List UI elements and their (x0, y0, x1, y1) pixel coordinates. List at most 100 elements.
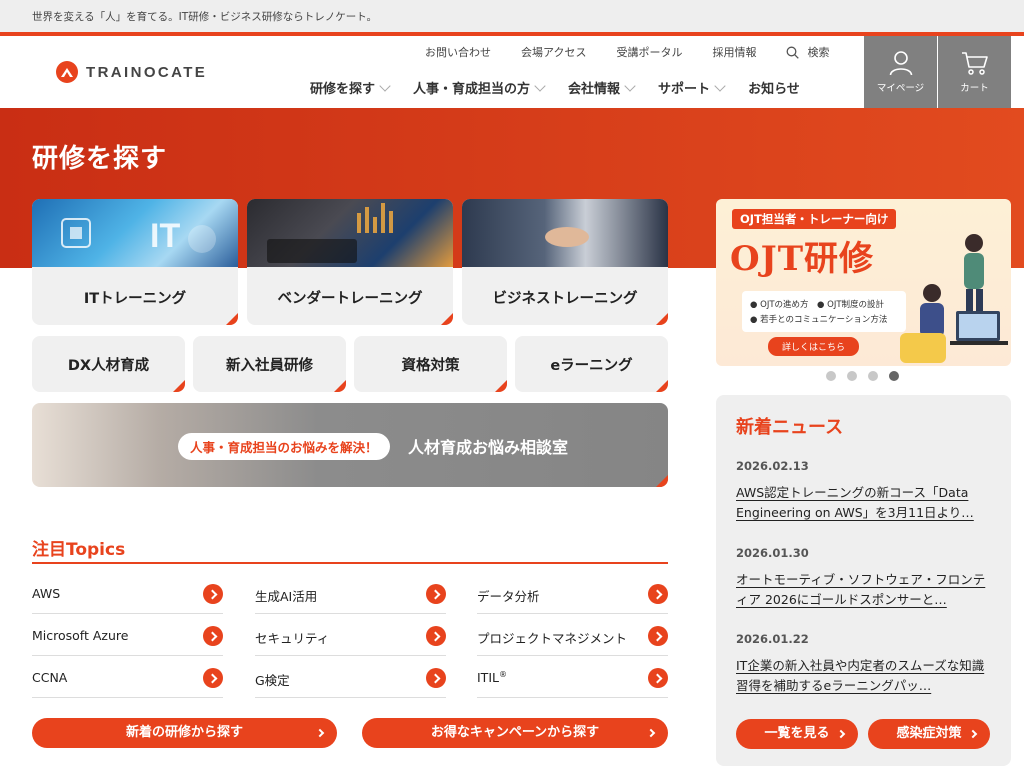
topics-divider (32, 562, 668, 564)
nav-label: 人事・育成担当の方 (413, 82, 531, 97)
carousel-dot[interactable] (847, 371, 857, 381)
corner-arrow-icon (656, 475, 668, 487)
nav-news[interactable]: お知らせ (748, 78, 800, 97)
nav-hr-managers[interactable]: 人事・育成担当の方 (413, 78, 546, 97)
card-label: ITトレーニング (83, 291, 187, 307)
news-date: 2026.01.22 (736, 632, 809, 646)
nav-support[interactable]: サポート (658, 78, 726, 97)
topic-label: ITIL® (477, 670, 507, 685)
infection-control-button[interactable]: 感染症対策 (868, 719, 990, 749)
chevron-right-icon (646, 728, 656, 738)
card-label: 資格対策 (401, 358, 460, 374)
card-label: ビジネストレーニング (492, 291, 638, 307)
chevron-right-icon (836, 729, 846, 739)
cart-icon (961, 52, 988, 75)
topic-g-kentei[interactable]: G検定 (255, 656, 446, 698)
vendor-photo (247, 199, 453, 267)
card-business-training[interactable]: ビジネストレーニング (462, 199, 668, 325)
nav-company-info[interactable]: 会社情報 (568, 78, 636, 97)
venue-access-link[interactable]: 会場アクセス (521, 44, 586, 60)
tagline: 世界を変える「人」を育てる。IT研修・ビジネス研修ならトレノケート。 (32, 11, 377, 23)
chevron-down-icon (379, 79, 391, 92)
news-link[interactable]: オートモーティブ・ソフトウェア・フロンティア 2026にゴールドスポンサーと… (736, 570, 992, 610)
news-list-button[interactable]: 一覧を見る (736, 719, 858, 749)
topic-aws[interactable]: AWS (32, 572, 223, 614)
cart-button[interactable]: カート (938, 36, 1011, 108)
topic-itil-text: ITIL (477, 670, 499, 686)
topic-project-management[interactable]: プロジェクトマネジメント (477, 614, 668, 656)
card-label: eラーニング (550, 358, 633, 374)
corner-arrow-icon (656, 380, 668, 392)
topic-data-analysis[interactable]: データ分析 (477, 572, 668, 614)
business-photo (462, 199, 668, 267)
card-label: ベンダートレーニング (277, 291, 423, 307)
chevron-right-icon (315, 728, 325, 738)
carousel-dot[interactable] (826, 371, 836, 381)
consult-banner[interactable]: 人事・育成担当のお悩みを解決！ 人材育成お悩み相談室 (32, 403, 668, 487)
student-portal-link[interactable]: 受講ポータル (616, 44, 682, 60)
button-label: お得なキャンペーンから探す (430, 725, 600, 740)
page-title: 研修を探す (32, 144, 168, 174)
card-elearning[interactable]: eラーニング (515, 336, 668, 392)
cart-label: カート (960, 83, 989, 94)
topic-label: プロジェクトマネジメント (477, 631, 628, 646)
topic-itil[interactable]: ITIL® (477, 656, 668, 698)
contact-link[interactable]: お問い合わせ (425, 44, 491, 60)
carousel-dot[interactable] (868, 371, 878, 381)
arrow-right-icon (648, 626, 668, 646)
topic-genai[interactable]: 生成AI活用 (255, 572, 446, 614)
corner-arrow-icon (334, 380, 346, 392)
news-item[interactable]: 2026.01.30 オートモーティブ・ソフトウェア・フロンティア 2026にゴ… (736, 546, 992, 610)
topic-label: AWS (32, 586, 61, 601)
topic-ccna[interactable]: CCNA (32, 656, 223, 698)
careers-link[interactable]: 採用情報 (712, 44, 756, 60)
card-new-employee[interactable]: 新入社員研修 (193, 336, 346, 392)
news-item[interactable]: 2026.02.13 AWS認定トレーニングの新コース「Data Enginee… (736, 459, 992, 523)
banner-point: ● OJTの進め方 ● OJT制度の設計 (750, 300, 885, 310)
svg-text:IT: IT (150, 217, 180, 255)
topic-label: CCNA (32, 670, 68, 685)
card-it-training[interactable]: IT ITトレーニング (32, 199, 238, 325)
top-bar: 世界を変える「人」を育てる。IT研修・ビジネス研修ならトレノケート。 (0, 0, 1024, 32)
search-button[interactable]: 検索 (786, 44, 829, 60)
it-photo: IT (32, 199, 238, 267)
news-link[interactable]: IT企業の新入社員や内定者のスムーズな知識習得を補助するeラーニングパッ… (736, 656, 992, 696)
banner-more-button[interactable]: 詳しくはこちら (768, 337, 860, 356)
card-vendor-training[interactable]: ベンダートレーニング (247, 199, 453, 325)
arrow-right-icon (426, 584, 446, 604)
topic-label: セキュリティ (255, 631, 330, 646)
mypage-label: マイページ (876, 83, 925, 94)
site-header: TRAINOCATE お問い合わせ 会場アクセス 受講ポータル 採用情報 検索 … (0, 36, 1024, 108)
arrow-right-icon (203, 668, 223, 688)
banner-point: ● 若手とのコミュニケーション方法 (750, 315, 888, 325)
topics-heading: 注目Topics (32, 540, 126, 560)
topic-azure[interactable]: Microsoft Azure (32, 614, 223, 656)
consult-title: 人材育成お悩み相談室 (408, 438, 569, 457)
chevron-down-icon (714, 79, 726, 92)
nav-label: 研修を探す (310, 82, 376, 97)
card-dx-talent[interactable]: DX人材育成 (32, 336, 185, 392)
new-courses-button[interactable]: 新着の研修から探す (32, 718, 337, 748)
ojt-banner[interactable]: OJT担当者・トレーナー向け OJT研修 ● OJTの進め方 ● OJT制度の設… (716, 199, 1011, 366)
news-item[interactable]: 2026.01.22 IT企業の新入社員や内定者のスムーズな知識習得を補助するe… (736, 632, 992, 696)
mypage-button[interactable]: マイページ (864, 36, 937, 108)
button-label: 新着の研修から探す (125, 725, 243, 740)
carousel-dot-active[interactable] (889, 371, 899, 381)
carousel-dots (826, 371, 910, 381)
campaign-button[interactable]: お得なキャンペーンから探す (362, 718, 668, 748)
news-panel: 新着ニュース 2026.02.13 AWS認定トレーニングの新コース「Data … (716, 395, 1011, 766)
chevron-down-icon (624, 79, 636, 92)
arrow-right-icon (426, 626, 446, 646)
button-label: 一覧を見る (764, 726, 830, 741)
corner-arrow-icon (656, 313, 668, 325)
news-link[interactable]: AWS認定トレーニングの新コース「Data Engineering on AWS… (736, 483, 992, 523)
card-certification[interactable]: 資格対策 (354, 336, 507, 392)
topic-security[interactable]: セキュリティ (255, 614, 446, 656)
card-label: 新入社員研修 (226, 358, 313, 374)
nav-find-training[interactable]: 研修を探す (310, 78, 391, 97)
logo[interactable]: TRAINOCATE (56, 61, 207, 83)
news-heading: 新着ニュース (736, 417, 844, 438)
arrow-right-icon (426, 668, 446, 688)
consult-pill: 人事・育成担当のお悩みを解決！ (178, 433, 390, 460)
utility-nav: お問い合わせ 会場アクセス 受講ポータル 採用情報 検索 (425, 44, 829, 60)
